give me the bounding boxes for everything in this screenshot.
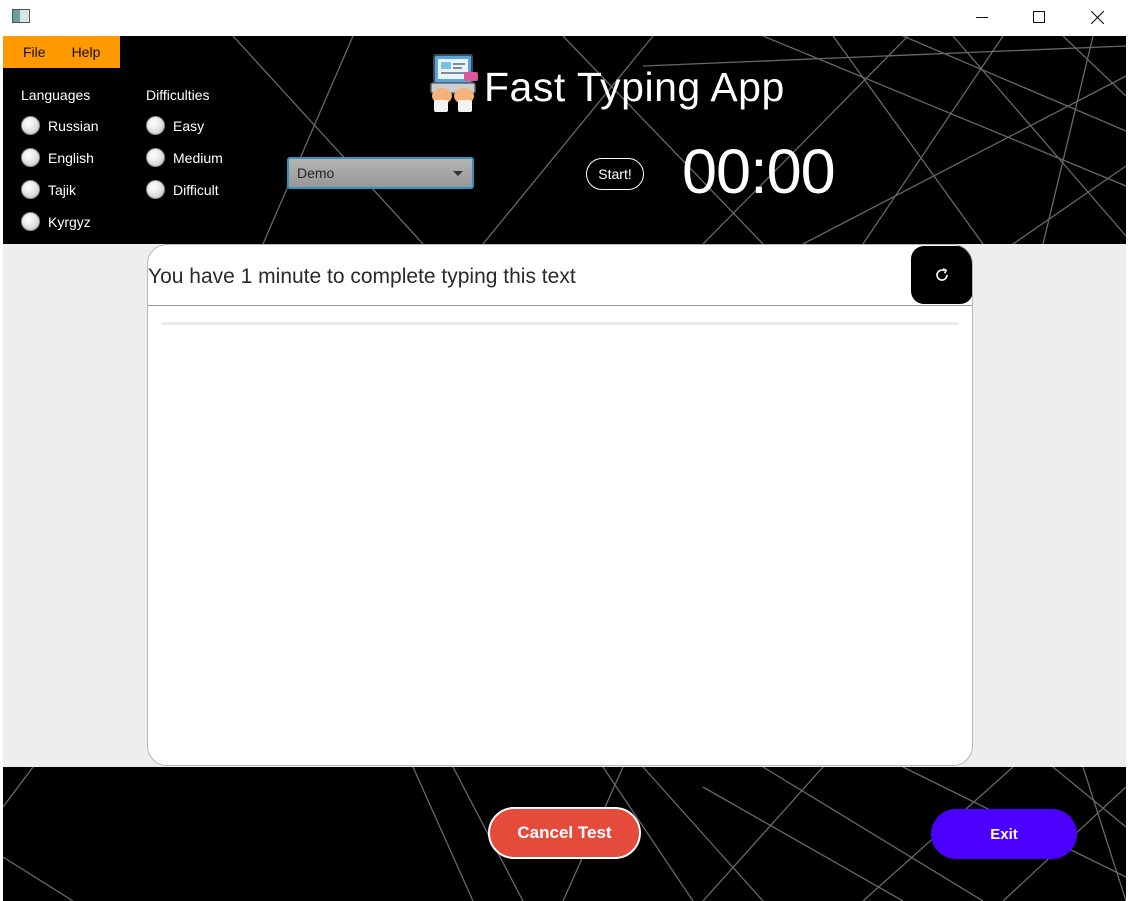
radio-circle[interactable]: [21, 116, 40, 135]
radio-circle[interactable]: [21, 148, 40, 167]
radio-label: Medium: [173, 149, 223, 166]
radio-label: Difficult: [173, 181, 219, 198]
refresh-button[interactable]: [911, 246, 972, 304]
radio-label: English: [48, 149, 94, 166]
laptop-typing-icon: [430, 54, 478, 112]
radio-circle[interactable]: [146, 116, 165, 135]
radio-circle[interactable]: [146, 148, 165, 167]
header-panel: File Help Languages Russian English Taji…: [3, 36, 1126, 244]
radio-label: Easy: [173, 117, 205, 134]
radio-difficulty-difficult[interactable]: Difficult: [146, 180, 219, 199]
radio-language-tajik[interactable]: Tajik: [21, 180, 76, 199]
typing-input[interactable]: [162, 322, 958, 325]
app-title: Fast Typing App: [484, 64, 785, 110]
radio-language-english[interactable]: English: [21, 148, 94, 167]
radio-circle[interactable]: [146, 180, 165, 199]
chevron-down-icon: [453, 170, 463, 176]
timer-display: 00:00: [682, 137, 836, 207]
radio-circle[interactable]: [21, 180, 40, 199]
prompt-row: You have 1 minute to complete typing thi…: [148, 245, 972, 306]
menu-file[interactable]: File: [23, 44, 46, 60]
footer-panel: Cancel Test Exit: [3, 767, 1126, 901]
radio-label: Tajik: [48, 181, 77, 198]
minimize-button[interactable]: [953, 0, 1011, 34]
languages-heading: Languages: [21, 87, 91, 103]
menu-bar: File Help: [3, 36, 120, 68]
radio-label: Kyrgyz: [48, 213, 91, 230]
menu-help[interactable]: Help: [72, 44, 101, 60]
refresh-icon: [936, 268, 948, 281]
close-button[interactable]: [1068, 0, 1126, 34]
radio-circle[interactable]: [21, 212, 40, 231]
minimize-icon: [976, 17, 988, 18]
start-button[interactable]: Start!: [586, 158, 644, 190]
typing-area: You have 1 minute to complete typing thi…: [3, 244, 1126, 767]
difficulties-heading: Difficulties: [146, 87, 210, 103]
app-window-icon: [12, 9, 30, 23]
maximize-button[interactable]: [1010, 0, 1068, 34]
typing-card: You have 1 minute to complete typing thi…: [147, 244, 973, 766]
window-titlebar: [0, 0, 1129, 36]
radio-language-kyrgyz[interactable]: Kyrgyz: [21, 212, 91, 231]
prompt-text: You have 1 minute to complete typing thi…: [148, 265, 576, 288]
cancel-test-button[interactable]: Cancel Test: [488, 807, 641, 859]
close-icon: [1090, 10, 1104, 24]
radio-language-russian[interactable]: Russian: [21, 116, 99, 135]
exit-button[interactable]: Exit: [931, 809, 1077, 859]
mode-dropdown-value: Demo: [297, 165, 335, 181]
mode-dropdown[interactable]: Demo: [287, 157, 474, 189]
maximize-icon: [1033, 11, 1045, 23]
radio-difficulty-easy[interactable]: Easy: [146, 116, 204, 135]
radio-label: Russian: [48, 117, 99, 134]
radio-difficulty-medium[interactable]: Medium: [146, 148, 223, 167]
